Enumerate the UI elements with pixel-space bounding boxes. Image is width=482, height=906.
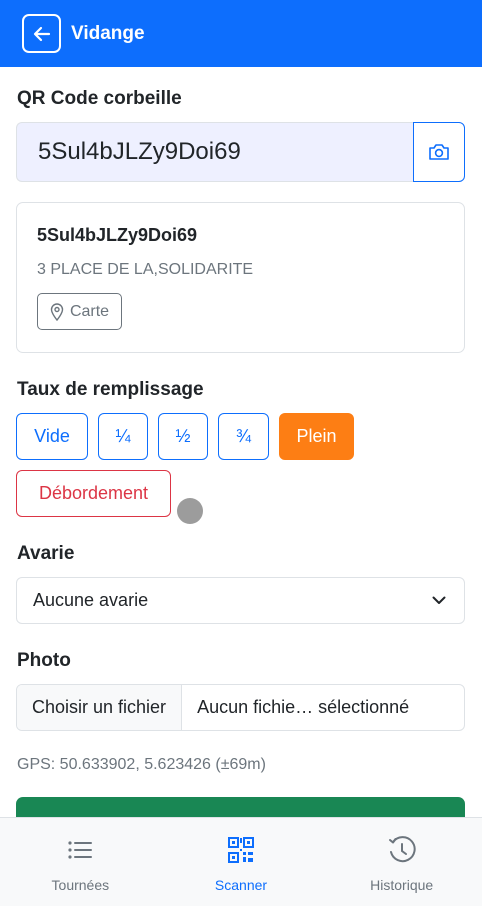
chevron-down-icon bbox=[432, 596, 446, 604]
list-icon bbox=[68, 841, 93, 859]
fill-option-half[interactable]: ½ bbox=[158, 413, 208, 460]
qr-input-group bbox=[16, 122, 465, 182]
qr-input[interactable] bbox=[16, 122, 413, 182]
bin-address: 3 PLACE DE LA,SOLIDARITE bbox=[37, 261, 254, 278]
touch-indicator bbox=[177, 498, 203, 524]
qr-label: QR Code corbeille bbox=[17, 88, 182, 109]
scanner-form: QR Code corbeille 5Sul4bJLZy9Doi69 3 PLA… bbox=[0, 67, 482, 817]
nav-label-scanner: Scanner bbox=[214, 877, 268, 893]
photo-file-input[interactable]: Choisir un fichier Aucun fichie… sélecti… bbox=[16, 684, 465, 731]
gps-readout: GPS: 50.633902, 5.623426 (±69m) bbox=[17, 756, 266, 773]
fill-label: Taux de remplissage bbox=[17, 379, 204, 400]
fill-option-full[interactable]: Plein bbox=[279, 413, 354, 460]
validate-button[interactable] bbox=[16, 797, 465, 817]
nav-item-scanner[interactable]: Scanner bbox=[161, 818, 322, 906]
fill-option-three-quarters[interactable]: ¾ bbox=[218, 413, 269, 460]
qr-code-icon bbox=[228, 837, 254, 863]
fill-option-empty[interactable]: Vide bbox=[16, 413, 88, 460]
back-button[interactable] bbox=[22, 14, 61, 53]
fill-option-overflow[interactable]: Débordement bbox=[16, 470, 171, 517]
choose-file-button[interactable]: Choisir un fichier bbox=[17, 685, 183, 730]
map-button[interactable]: Carte bbox=[37, 293, 122, 330]
nav-item-tournees[interactable]: Tournées bbox=[0, 818, 161, 906]
damage-select-value: Aucune avarie bbox=[33, 590, 149, 610]
arrow-left-icon bbox=[33, 26, 50, 41]
bottom-nav: Tournées Scanner Historique bbox=[0, 817, 482, 906]
file-status: Aucun fichie… sélectionné bbox=[197, 697, 410, 717]
nav-label-historique: Historique bbox=[370, 877, 434, 893]
clock-icon bbox=[388, 836, 416, 863]
damage-select[interactable]: Aucune avarie bbox=[16, 577, 465, 624]
map-pin-icon bbox=[50, 302, 64, 321]
damage-label: Avarie bbox=[17, 543, 75, 564]
app-header: Vidange bbox=[0, 0, 482, 67]
bin-id: 5Sul4bJLZy9Doi69 bbox=[37, 225, 198, 245]
map-button-label: Carte bbox=[69, 302, 110, 320]
page-title: Vidange bbox=[71, 22, 145, 44]
scan-camera-button[interactable] bbox=[413, 122, 465, 182]
camera-icon bbox=[429, 144, 449, 160]
photo-label: Photo bbox=[17, 650, 71, 671]
fill-level-group: Vide ¼ ½ ¾ Plein bbox=[16, 413, 354, 460]
nav-item-historique[interactable]: Historique bbox=[321, 818, 482, 906]
fill-option-quarter[interactable]: ¼ bbox=[98, 413, 148, 460]
nav-label-tournees: Tournées bbox=[51, 877, 110, 893]
bin-info-card: 5Sul4bJLZy9Doi69 3 PLACE DE LA,SOLIDARIT… bbox=[16, 202, 465, 353]
